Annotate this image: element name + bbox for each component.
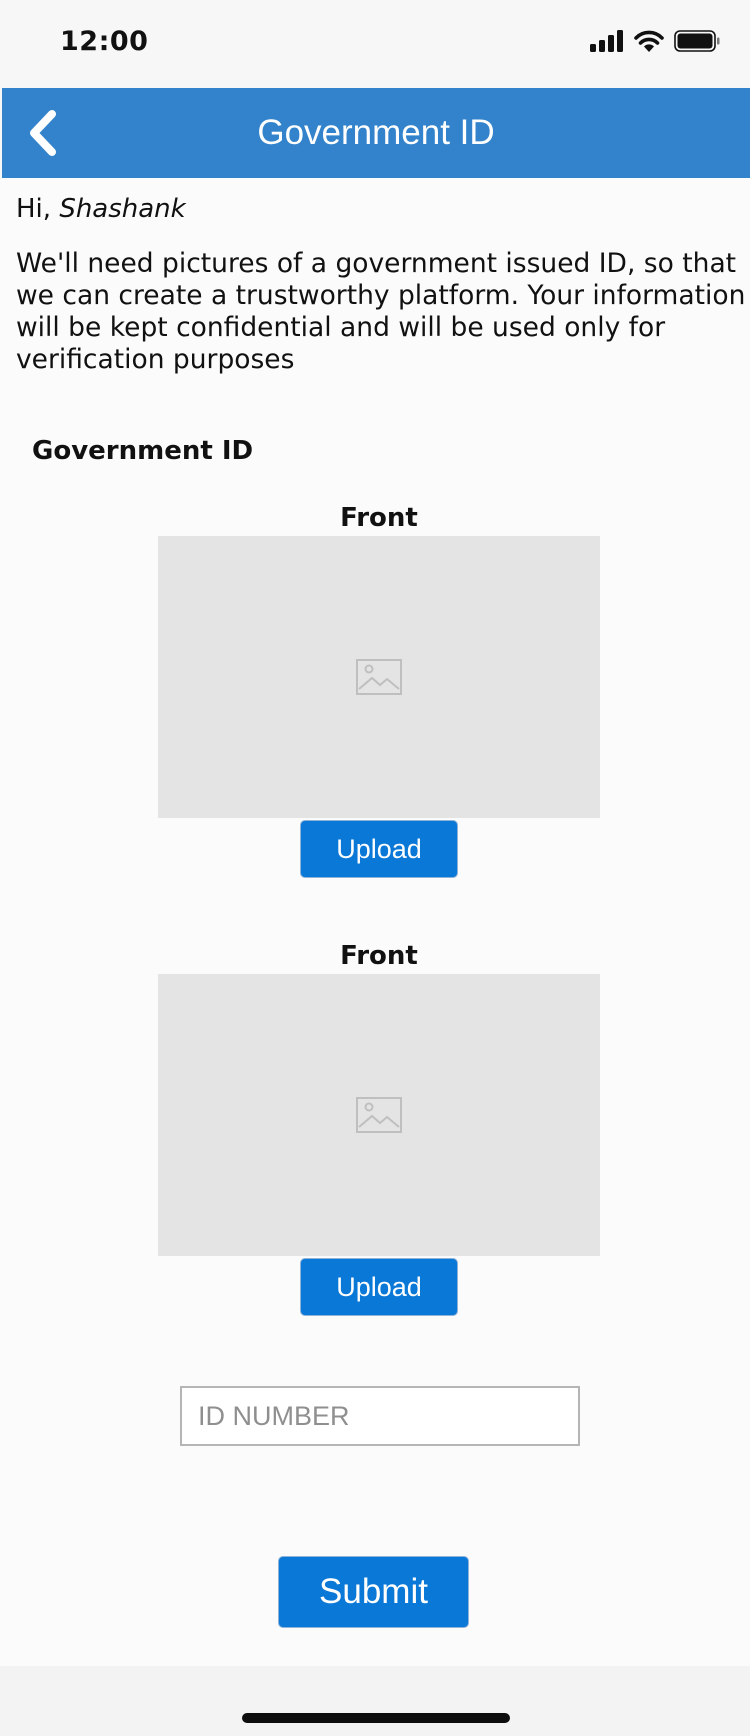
image-placeholder-icon bbox=[356, 1097, 402, 1133]
page-title: Government ID bbox=[257, 113, 495, 152]
cellular-signal-icon bbox=[590, 30, 623, 52]
battery-icon bbox=[674, 30, 720, 52]
home-indicator-area bbox=[0, 1666, 750, 1736]
image-placeholder-icon bbox=[356, 659, 402, 695]
greeting-prefix: Hi, bbox=[16, 194, 60, 224]
main-content: Hi, Shashank We'll need pictures of a go… bbox=[0, 178, 750, 1666]
submit-button[interactable]: Submit bbox=[278, 1556, 469, 1628]
section-heading: Government ID bbox=[32, 436, 254, 466]
upload-button[interactable]: Upload bbox=[300, 1258, 458, 1316]
user-name: Shashank bbox=[59, 194, 186, 224]
greeting: Hi, Shashank bbox=[16, 194, 186, 224]
id-second-block: Front Upload bbox=[158, 938, 600, 1316]
id-number-input[interactable] bbox=[180, 1386, 580, 1446]
intro-text: We'll need pictures of a government issu… bbox=[16, 248, 746, 375]
upload-button[interactable]: Upload bbox=[300, 820, 458, 878]
status-time: 12:00 bbox=[60, 26, 149, 57]
id-side-label: Front bbox=[340, 503, 418, 533]
id-image-preview bbox=[158, 536, 600, 818]
id-front-block: Front Upload bbox=[158, 500, 600, 878]
id-image-preview bbox=[158, 974, 600, 1256]
id-side-label: Front bbox=[340, 941, 418, 971]
home-indicator[interactable] bbox=[242, 1713, 510, 1723]
status-bar: 12:00 bbox=[0, 0, 750, 88]
status-icons bbox=[590, 30, 720, 52]
wifi-icon bbox=[634, 30, 664, 52]
nav-bar: Government ID bbox=[2, 88, 750, 178]
